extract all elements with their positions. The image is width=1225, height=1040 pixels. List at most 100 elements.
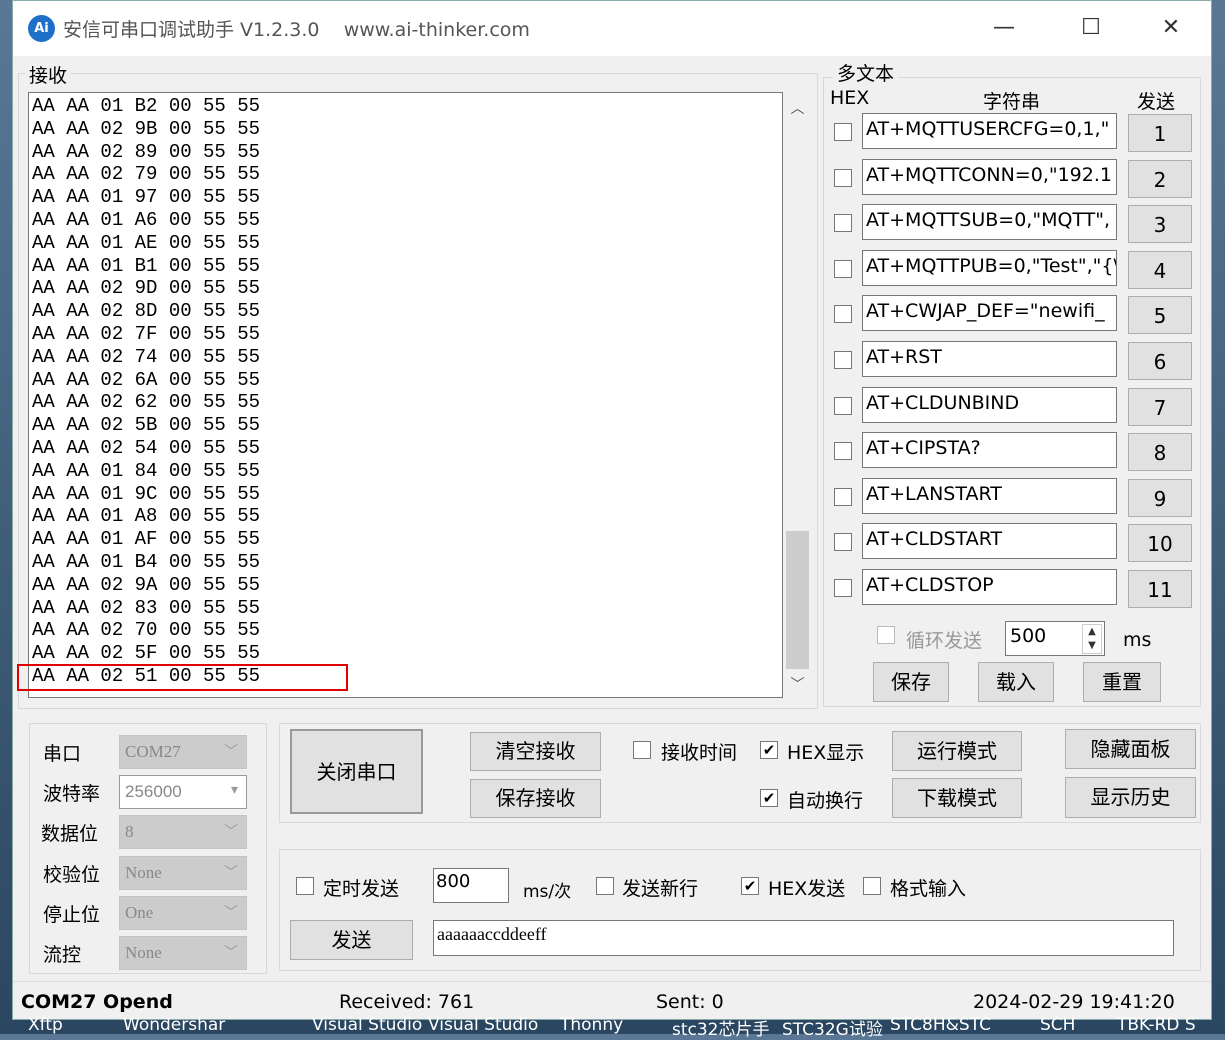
string-input[interactable]: AT+CIPSTA? xyxy=(862,432,1117,469)
string-input[interactable]: AT+RST xyxy=(862,341,1117,377)
string-input[interactable]: AT+CLDSTOP xyxy=(862,569,1117,605)
loop-send-label: 循环发送 xyxy=(906,630,983,652)
taskbar-item[interactable]: Wondershar xyxy=(123,1015,225,1035)
port-setting-combo[interactable]: None ﹀ xyxy=(119,856,247,890)
port-setting-label: 校验位 xyxy=(43,864,101,886)
scroll-down-icon[interactable]: ﹀ xyxy=(784,674,811,694)
hex-row-checkbox[interactable] xyxy=(834,123,852,141)
string-input[interactable]: AT+MQTTUSERCFG=0,1," xyxy=(862,113,1117,149)
send-row-button[interactable]: 11 xyxy=(1128,570,1192,608)
send-newline-checkbox[interactable] xyxy=(596,877,614,895)
close-button[interactable]: ✕ xyxy=(1146,11,1196,45)
string-input[interactable]: AT+MQTTSUB=0,"MQTT", xyxy=(862,204,1117,241)
port-setting-label: 停止位 xyxy=(43,904,101,926)
show-history-button[interactable]: 显示历史 xyxy=(1065,777,1196,818)
send-input[interactable]: aaaaaaccddeeff xyxy=(433,920,1174,956)
close-port-button[interactable]: 关闭串口 xyxy=(290,729,423,814)
taskbar-item[interactable]: STC32G试验 xyxy=(782,1015,883,1040)
receive-line: AA AA 01 AE 00 55 55 xyxy=(32,231,261,254)
port-setting-combo[interactable]: COM27 ﹀ xyxy=(119,735,247,769)
receive-textarea[interactable]: AA AA 01 B2 00 55 55 AA AA 02 9B 00 55 55… xyxy=(28,92,783,698)
hex-row-checkbox[interactable] xyxy=(834,168,852,187)
taskbar-item[interactable]: SCH xyxy=(1040,1015,1075,1035)
taskbar-item[interactable]: STC8H&STC xyxy=(890,1015,991,1035)
hide-panel-button[interactable]: 隐藏面板 xyxy=(1065,729,1196,769)
hex-send-checkbox[interactable]: ✔ xyxy=(741,877,759,895)
reset-multi-button[interactable]: 重置 xyxy=(1083,662,1161,702)
run-mode-button[interactable]: 运行模式 xyxy=(892,731,1022,771)
hex-row-checkbox[interactable] xyxy=(834,259,852,278)
port-setting-combo[interactable]: None ﹀ xyxy=(119,936,247,970)
send-row-button[interactable]: 10 xyxy=(1128,524,1192,563)
taskbar-item[interactable]: Visual Studio xyxy=(312,1015,422,1035)
timed-interval-input[interactable]: 800 xyxy=(433,868,509,903)
hex-row-checkbox[interactable] xyxy=(834,396,852,415)
scroll-thumb[interactable] xyxy=(786,531,809,669)
hex-row-checkbox[interactable] xyxy=(834,533,852,552)
auto-wrap-checkbox[interactable]: ✔ xyxy=(760,789,778,807)
chevron-down-icon[interactable]: ﹀ xyxy=(224,942,238,962)
string-input[interactable]: AT+LANSTART xyxy=(862,477,1117,514)
combo-value: One xyxy=(125,903,154,922)
chevron-down-icon[interactable]: ﹀ xyxy=(224,821,238,841)
hex-row-checkbox[interactable] xyxy=(834,305,852,324)
combo-value: 8 xyxy=(125,822,134,841)
taskbar-item[interactable]: TBK-RD S xyxy=(1117,1015,1196,1035)
hex-row-checkbox[interactable] xyxy=(834,442,852,461)
send-row-button[interactable]: 9 xyxy=(1128,478,1192,517)
hex-row-checkbox[interactable] xyxy=(834,214,852,233)
send-row-button[interactable]: 8 xyxy=(1128,433,1192,472)
send-row-button[interactable]: 2 xyxy=(1128,159,1192,198)
download-mode-button[interactable]: 下载模式 xyxy=(892,778,1022,818)
hex-row-checkbox[interactable] xyxy=(834,579,852,597)
port-setting-combo[interactable]: One ﹀ xyxy=(119,896,247,930)
spin-arrows-icon[interactable]: ▲ ▼ xyxy=(1082,624,1102,654)
timed-send-checkbox[interactable] xyxy=(296,877,314,895)
minimize-button[interactable]: — xyxy=(979,11,1029,45)
save-receive-button[interactable]: 保存接收 xyxy=(470,779,601,818)
save-multi-button[interactable]: 保存 xyxy=(873,662,949,702)
hex-row-checkbox[interactable] xyxy=(834,487,852,506)
hex-display-label: HEX显示 xyxy=(787,742,865,764)
receive-line: AA AA 01 A8 00 55 55 xyxy=(32,505,261,528)
receive-scrollbar[interactable]: ︿ ﹀ xyxy=(784,92,811,698)
loop-send-checkbox[interactable] xyxy=(877,626,895,644)
port-setting-combo[interactable]: 256000 ▾ xyxy=(119,775,247,809)
format-input-checkbox[interactable] xyxy=(863,877,881,895)
send-button[interactable]: 发送 xyxy=(290,920,413,960)
chevron-down-icon[interactable]: ﹀ xyxy=(224,741,238,761)
send-header: 发送 xyxy=(1137,91,1176,113)
receive-line: AA AA 02 9B 00 55 55 xyxy=(32,117,261,140)
string-input[interactable]: AT+MQTTPUB=0,"Test","{\ xyxy=(862,249,1117,286)
combo-value: None xyxy=(125,943,162,962)
string-input[interactable]: AT+MQTTCONN=0,"192.1 xyxy=(862,158,1117,195)
port-setting-combo[interactable]: 8 ﹀ xyxy=(119,815,247,849)
scroll-up-icon[interactable]: ︿ xyxy=(784,98,811,118)
string-input[interactable]: AT+CLDSTART xyxy=(862,523,1117,560)
clear-receive-button[interactable]: 清空接收 xyxy=(470,732,601,771)
loop-interval-input[interactable]: 500 ▲ ▼ xyxy=(1005,621,1105,656)
send-row-button[interactable]: 3 xyxy=(1128,205,1192,244)
string-header: 字符串 xyxy=(983,91,1041,113)
send-row-button[interactable]: 4 xyxy=(1128,250,1192,289)
string-input[interactable]: AT+CLDUNBIND xyxy=(862,386,1117,423)
combo-value: COM27 xyxy=(125,742,181,761)
chevron-down-icon[interactable]: ▾ xyxy=(231,781,238,798)
chevron-down-icon[interactable]: ﹀ xyxy=(224,902,238,922)
combo-value: None xyxy=(125,863,162,882)
load-multi-button[interactable]: 载入 xyxy=(978,662,1054,702)
receive-time-checkbox[interactable] xyxy=(633,741,651,759)
taskbar-item[interactable]: Thonny xyxy=(560,1015,623,1035)
maximize-button[interactable]: ☐ xyxy=(1066,11,1116,45)
hex-display-checkbox[interactable]: ✔ xyxy=(760,741,778,759)
chevron-down-icon[interactable]: ﹀ xyxy=(224,862,238,882)
hex-row-checkbox[interactable] xyxy=(834,351,852,369)
taskbar-item[interactable]: Xftp xyxy=(28,1015,63,1035)
send-row-button[interactable]: 7 xyxy=(1128,387,1192,426)
taskbar-item[interactable]: stc32芯片手 xyxy=(672,1015,770,1040)
string-input[interactable]: AT+CWJAP_DEF="newifi_ xyxy=(862,295,1117,332)
taskbar-item[interactable]: Visual Studio xyxy=(428,1015,538,1035)
send-row-button[interactable]: 6 xyxy=(1128,342,1192,380)
send-row-button[interactable]: 1 xyxy=(1128,114,1192,152)
send-row-button[interactable]: 5 xyxy=(1128,296,1192,335)
